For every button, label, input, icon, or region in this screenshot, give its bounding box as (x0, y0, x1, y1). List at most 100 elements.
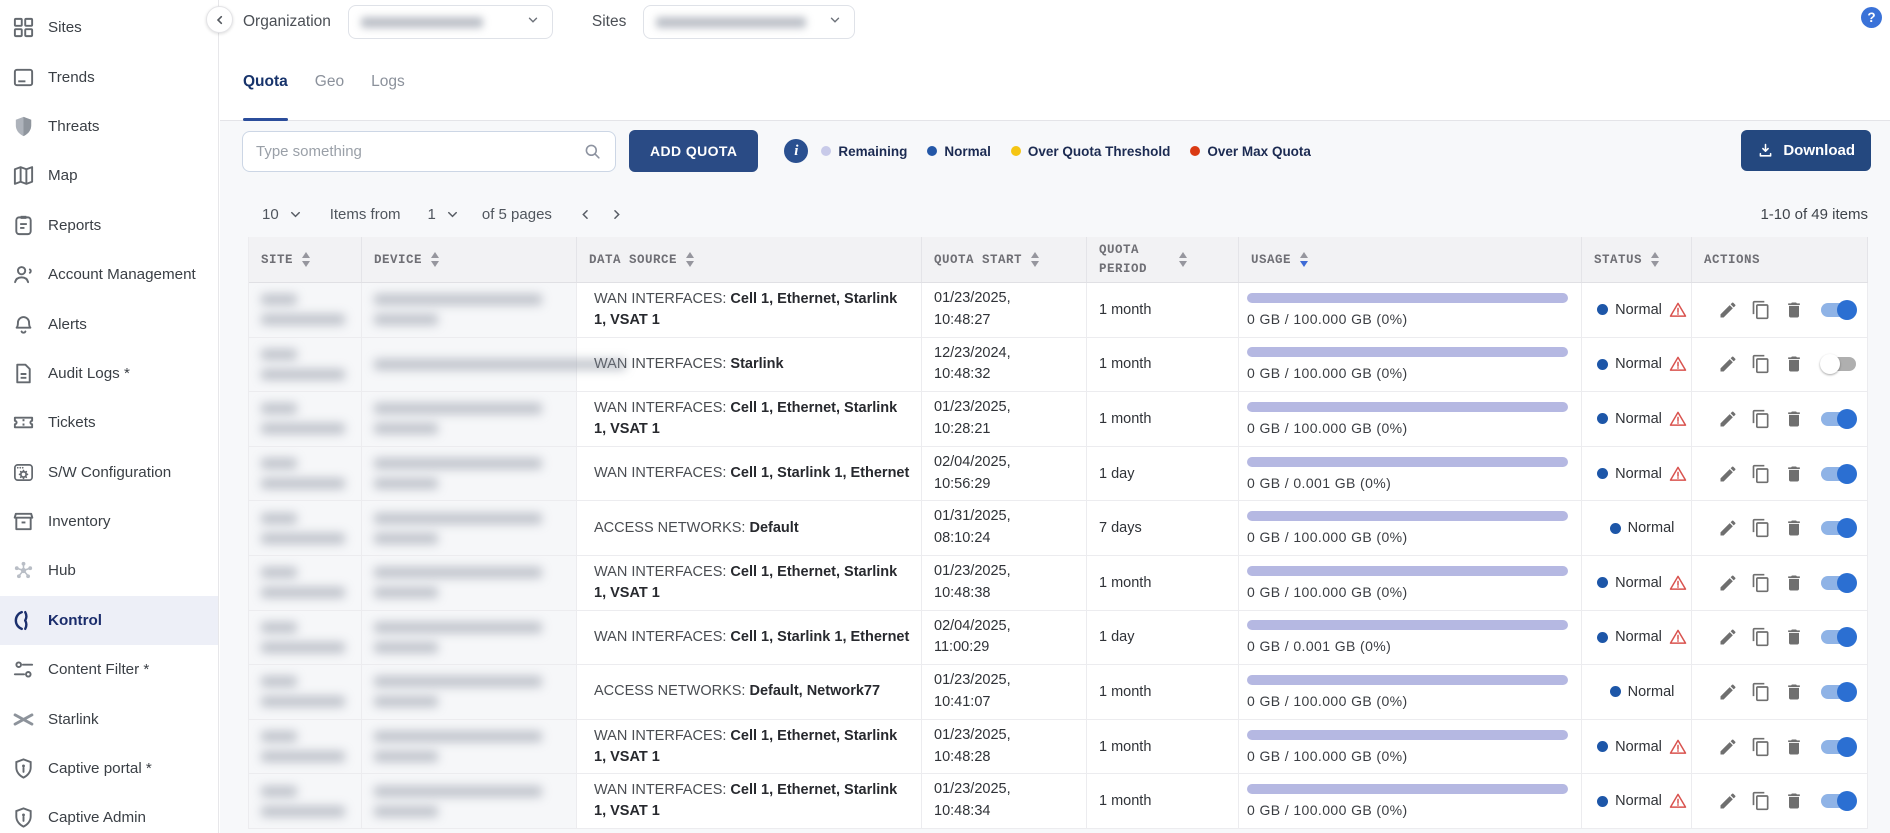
warning-triangle-icon[interactable] (1669, 355, 1687, 373)
edit-button[interactable] (1718, 573, 1738, 593)
sort-arrows-icon[interactable] (686, 252, 694, 267)
column-header-status[interactable]: STATUS (1582, 237, 1692, 282)
delete-button[interactable] (1784, 627, 1804, 647)
sidebar-item-reports[interactable]: Reports (0, 201, 218, 250)
sidebar-item-content-filter[interactable]: Content Filter * (0, 645, 218, 694)
column-header-quota-period[interactable]: QUOTA PERIOD (1087, 237, 1239, 282)
enable-toggle[interactable] (1821, 794, 1856, 808)
sidebar-item-map[interactable]: Map (0, 151, 218, 200)
edit-button[interactable] (1718, 354, 1738, 374)
duplicate-button[interactable] (1751, 737, 1771, 757)
next-page-button[interactable] (609, 207, 624, 222)
column-header-usage[interactable]: USAGE (1239, 237, 1582, 282)
legend-label: Over Max Quota (1207, 144, 1311, 159)
warning-triangle-icon[interactable] (1669, 738, 1687, 756)
sort-arrows-icon[interactable] (431, 252, 439, 267)
sidebar-item-audit-logs[interactable]: Audit Logs * (0, 349, 218, 398)
enable-toggle[interactable] (1821, 521, 1856, 535)
organization-select[interactable] (348, 5, 553, 39)
sort-arrows-icon[interactable] (302, 252, 310, 267)
sidebar-item-s-w-configuration[interactable]: S/W Configuration (0, 448, 218, 497)
warning-triangle-icon[interactable] (1669, 301, 1687, 319)
delete-button[interactable] (1784, 791, 1804, 811)
enable-toggle[interactable] (1821, 685, 1856, 699)
edit-button[interactable] (1718, 409, 1738, 429)
enable-toggle[interactable] (1821, 740, 1856, 754)
column-header-quota-start[interactable]: QUOTA START (922, 237, 1087, 282)
enable-toggle[interactable] (1821, 412, 1856, 426)
sort-arrows-icon[interactable] (1651, 252, 1659, 267)
edit-button[interactable] (1718, 682, 1738, 702)
delete-button[interactable] (1784, 573, 1804, 593)
sites-select[interactable] (643, 5, 855, 39)
page-number-value[interactable]: 1 (428, 206, 436, 223)
warning-triangle-icon[interactable] (1669, 628, 1687, 646)
sort-arrows-icon[interactable] (1031, 252, 1039, 267)
tab-geo[interactable]: Geo (315, 44, 344, 120)
page-number-chevron-icon[interactable] (445, 207, 460, 222)
page-size-value[interactable]: 10 (262, 206, 279, 223)
warning-triangle-icon[interactable] (1669, 574, 1687, 592)
enable-toggle[interactable] (1821, 303, 1856, 317)
column-header-site[interactable]: SITE (249, 237, 362, 282)
sidebar-item-kontrol[interactable]: Kontrol (0, 596, 218, 645)
sidebar-item-alerts[interactable]: Alerts (0, 299, 218, 348)
data-source-prefix: WAN INTERFACES: (594, 564, 726, 580)
enable-toggle[interactable] (1821, 630, 1856, 644)
duplicate-button[interactable] (1751, 464, 1771, 484)
sidebar-item-hub[interactable]: Hub (0, 546, 218, 595)
delete-button[interactable] (1784, 682, 1804, 702)
search-input[interactable] (256, 143, 583, 160)
toggle-knob (1837, 464, 1857, 484)
duplicate-button[interactable] (1751, 300, 1771, 320)
enable-toggle[interactable] (1821, 467, 1856, 481)
sort-arrows-icon[interactable] (1179, 252, 1187, 267)
delete-button[interactable] (1784, 518, 1804, 538)
help-button[interactable]: ? (1861, 7, 1882, 28)
warning-triangle-icon[interactable] (1669, 410, 1687, 428)
duplicate-button[interactable] (1751, 409, 1771, 429)
sidebar-item-tickets[interactable]: Tickets (0, 398, 218, 447)
edit-button[interactable] (1718, 791, 1738, 811)
duplicate-button[interactable] (1751, 573, 1771, 593)
quota-period-value: 1 month (1099, 356, 1238, 372)
page-size-chevron-icon[interactable] (288, 207, 303, 222)
sidebar-item-trends[interactable]: Trends (0, 52, 218, 101)
column-header-data-source[interactable]: DATA SOURCE (577, 237, 922, 282)
warning-triangle-icon[interactable] (1669, 792, 1687, 810)
enable-toggle[interactable] (1821, 576, 1856, 590)
add-quota-button[interactable]: ADD QUOTA (629, 130, 758, 172)
duplicate-button[interactable] (1751, 791, 1771, 811)
tab-logs[interactable]: Logs (371, 44, 405, 120)
sidebar-item-threats[interactable]: Threats (0, 102, 218, 151)
delete-button[interactable] (1784, 354, 1804, 374)
tab-quota[interactable]: Quota (243, 44, 288, 120)
column-header-device[interactable]: DEVICE (362, 237, 577, 282)
download-button[interactable]: Download (1741, 130, 1871, 171)
sidebar-collapse-button[interactable] (206, 6, 233, 33)
duplicate-button[interactable] (1751, 627, 1771, 647)
sidebar-item-captive-admin[interactable]: Captive Admin (0, 793, 218, 833)
delete-button[interactable] (1784, 300, 1804, 320)
sidebar-item-captive-portal[interactable]: Captive portal * (0, 744, 218, 793)
sidebar-item-sites[interactable]: Sites (0, 3, 218, 52)
duplicate-button[interactable] (1751, 518, 1771, 538)
delete-button[interactable] (1784, 409, 1804, 429)
warning-triangle-icon[interactable] (1669, 465, 1687, 483)
edit-button[interactable] (1718, 627, 1738, 647)
edit-button[interactable] (1718, 737, 1738, 757)
duplicate-button[interactable] (1751, 354, 1771, 374)
sort-arrows-icon[interactable] (1300, 252, 1308, 267)
previous-page-button[interactable] (578, 207, 593, 222)
duplicate-button[interactable] (1751, 682, 1771, 702)
edit-button[interactable] (1718, 300, 1738, 320)
enable-toggle[interactable] (1821, 357, 1856, 371)
info-icon[interactable]: i (784, 139, 808, 163)
edit-button[interactable] (1718, 518, 1738, 538)
delete-button[interactable] (1784, 737, 1804, 757)
sidebar-item-inventory[interactable]: Inventory (0, 497, 218, 546)
sidebar-item-starlink[interactable]: Starlink (0, 694, 218, 743)
sidebar-item-account-management[interactable]: Account Management (0, 250, 218, 299)
edit-button[interactable] (1718, 464, 1738, 484)
delete-button[interactable] (1784, 464, 1804, 484)
